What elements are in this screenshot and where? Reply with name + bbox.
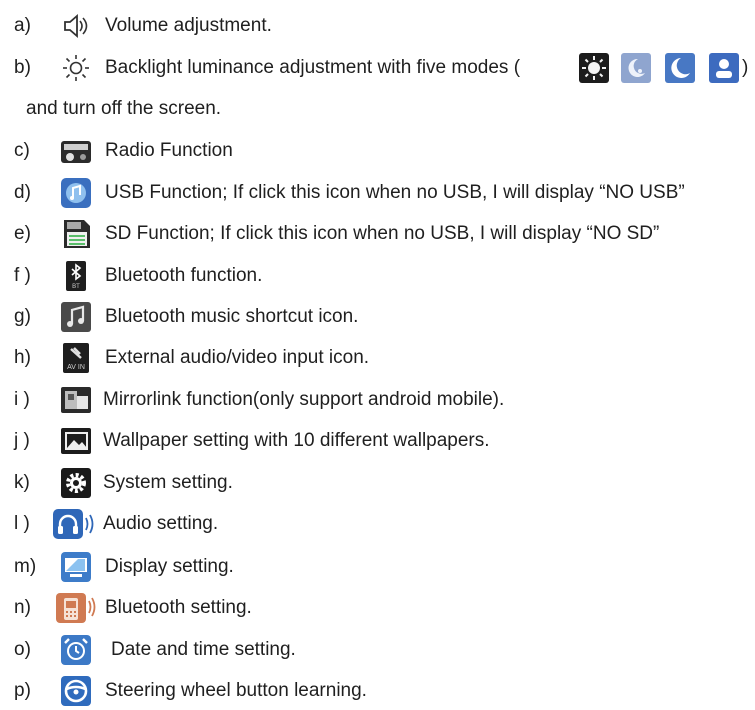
item-text: Mirrorlink function(only support android… xyxy=(103,389,505,410)
item-text: USB Function; If click this icon when no… xyxy=(105,182,685,203)
list-item: l ) Audio setting. xyxy=(0,505,755,543)
sun-outline-icon xyxy=(60,52,92,84)
alarm-clock-icon xyxy=(60,634,92,666)
bluetooth-icon: BT xyxy=(60,260,92,292)
list-item: m) Display setting. xyxy=(0,548,755,586)
svg-text:AV IN: AV IN xyxy=(67,364,85,371)
list-item: k) System setting. xyxy=(0,464,755,502)
moon-cloud-mode-icon xyxy=(621,53,651,83)
item-text: Wallpaper setting with 10 different wall… xyxy=(103,430,490,451)
item-letter: k) xyxy=(14,472,30,493)
modes-close-paren: ) xyxy=(742,57,749,78)
list-item: p) Steering wheel button learning. xyxy=(0,672,755,710)
list-item: h) AV IN External audio/video input icon… xyxy=(0,339,755,377)
item-text: Bluetooth setting. xyxy=(105,597,252,618)
item-text: Steering wheel button learning. xyxy=(105,680,367,701)
item-letter: e) xyxy=(14,223,31,244)
list-item: e) SD Function; If click this icon when … xyxy=(0,215,755,253)
item-letter: j ) xyxy=(14,430,30,451)
list-item: i ) Mirrorlink function(only support and… xyxy=(0,381,755,419)
monitor-icon xyxy=(60,551,92,583)
item-letter: p) xyxy=(14,680,31,701)
wallpaper-icon xyxy=(60,425,92,457)
item-letter: g) xyxy=(14,306,31,327)
item-text: External audio/video input icon. xyxy=(105,347,370,368)
item-letter: n) xyxy=(14,597,31,618)
item-text: Date and time setting. xyxy=(111,639,296,660)
item-letter: l ) xyxy=(14,513,30,534)
item-text: Audio setting. xyxy=(103,513,219,534)
speaker-icon xyxy=(60,10,92,42)
svg-text:BT: BT xyxy=(72,284,80,290)
list-item: g) Bluetooth music shortcut icon. xyxy=(0,298,755,336)
item-letter: i ) xyxy=(14,389,30,410)
item-letter: d) xyxy=(14,182,31,203)
item-letter: a) xyxy=(14,15,31,36)
list-item: c) Radio Function xyxy=(0,132,755,170)
list-item: j ) Wallpaper setting with 10 different … xyxy=(0,422,755,460)
list-item: d) USB Function; If click this icon when… xyxy=(0,174,755,212)
av-in-icon: AV IN xyxy=(60,342,92,374)
gear-icon xyxy=(60,467,92,499)
user-mode-icon xyxy=(709,53,739,83)
continuation-text: and turn off the screen. xyxy=(26,98,222,119)
list-item: f ) BT Bluetooth function. xyxy=(0,257,755,295)
item-letter: h) xyxy=(14,347,31,368)
item-letter: b) xyxy=(14,57,31,78)
bluetooth-phone-icon xyxy=(55,592,97,624)
item-text: Display setting. xyxy=(105,556,234,577)
item-text: System setting. xyxy=(103,472,233,493)
sun-mode-icon xyxy=(579,53,609,83)
item-letter: c) xyxy=(14,140,30,161)
item-text: Bluetooth function. xyxy=(105,265,263,286)
usb-music-icon xyxy=(60,177,92,209)
item-letter: o) xyxy=(14,639,31,660)
sd-card-icon xyxy=(60,218,92,250)
item-text: Bluetooth music shortcut icon. xyxy=(105,306,359,327)
list-item: o) Date and time setting. xyxy=(0,631,755,669)
list-item: n) Bluetooth setting. xyxy=(0,589,755,627)
item-letter: f ) xyxy=(14,265,31,286)
radio-icon xyxy=(60,135,92,167)
item-text: Radio Function xyxy=(105,140,233,161)
item-letter: m) xyxy=(14,556,37,577)
list-item: a) Volume adjustment. xyxy=(0,7,755,45)
item-text: Volume adjustment. xyxy=(105,15,272,36)
item-text: Backlight luminance adjustment with five… xyxy=(105,57,521,78)
item-text: SD Function; If click this icon when no … xyxy=(105,223,660,244)
music-note-icon xyxy=(60,301,92,333)
headphones-icon xyxy=(52,508,98,540)
mirrorlink-icon xyxy=(60,384,92,416)
moon-mode-icon xyxy=(665,53,695,83)
steering-wheel-icon xyxy=(60,675,92,707)
